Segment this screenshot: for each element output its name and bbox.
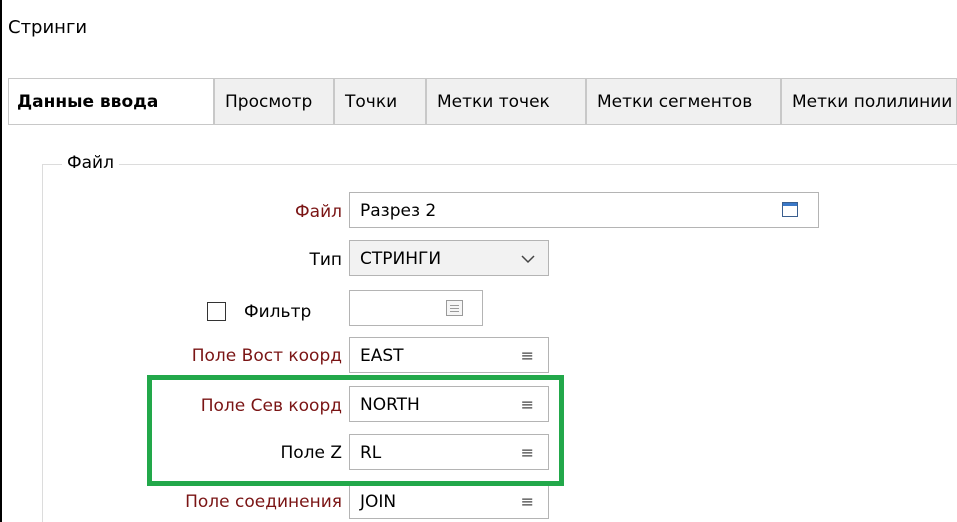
chevron-down-icon: [521, 255, 535, 264]
tab-input-data[interactable]: Данные ввода: [8, 78, 214, 125]
east-field-input[interactable]: EAST ≡: [349, 337, 549, 373]
filter-checkbox[interactable]: [207, 302, 226, 321]
type-label: Тип: [309, 250, 342, 270]
tab-view[interactable]: Просмотр: [214, 78, 334, 124]
group-border-left: [42, 164, 43, 522]
file-input[interactable]: Разрез 2: [349, 192, 819, 228]
browse-file-icon[interactable]: [782, 202, 798, 217]
tab-segment-labels[interactable]: Метки сегментов: [586, 78, 781, 124]
tab-points[interactable]: Точки: [334, 78, 426, 124]
join-field-label: Поле соединения: [185, 492, 342, 512]
window-title: Стринги: [8, 17, 88, 38]
join-field-value: JOIN: [360, 492, 397, 512]
type-select[interactable]: СТРИНГИ: [349, 240, 549, 276]
file-group-title: Файл: [62, 153, 119, 173]
field-list-icon[interactable]: ≡: [521, 346, 534, 365]
type-value: СТРИНГИ: [360, 249, 442, 269]
east-field-label: Поле Вост коорд: [191, 346, 342, 366]
filter-input[interactable]: [349, 290, 483, 326]
east-field-value: EAST: [360, 346, 404, 366]
window-border: [0, 0, 2, 522]
group-border-top: [42, 164, 957, 165]
join-field-input[interactable]: JOIN ≡: [349, 483, 549, 519]
tab-content-border: [8, 124, 957, 125]
file-label: Файл: [295, 202, 342, 222]
tab-strip: Данные ввода Просмотр Точки Метки точек …: [8, 78, 957, 125]
tab-point-labels[interactable]: Метки точек: [426, 78, 586, 124]
filter-list-icon[interactable]: [446, 300, 463, 316]
highlight-box: [147, 375, 564, 486]
tab-polyline-labels[interactable]: Метки полилинии: [781, 78, 957, 124]
file-value: Разрез 2: [360, 201, 437, 221]
field-list-icon[interactable]: ≡: [521, 492, 534, 511]
filter-label: Фильтр: [244, 302, 312, 322]
